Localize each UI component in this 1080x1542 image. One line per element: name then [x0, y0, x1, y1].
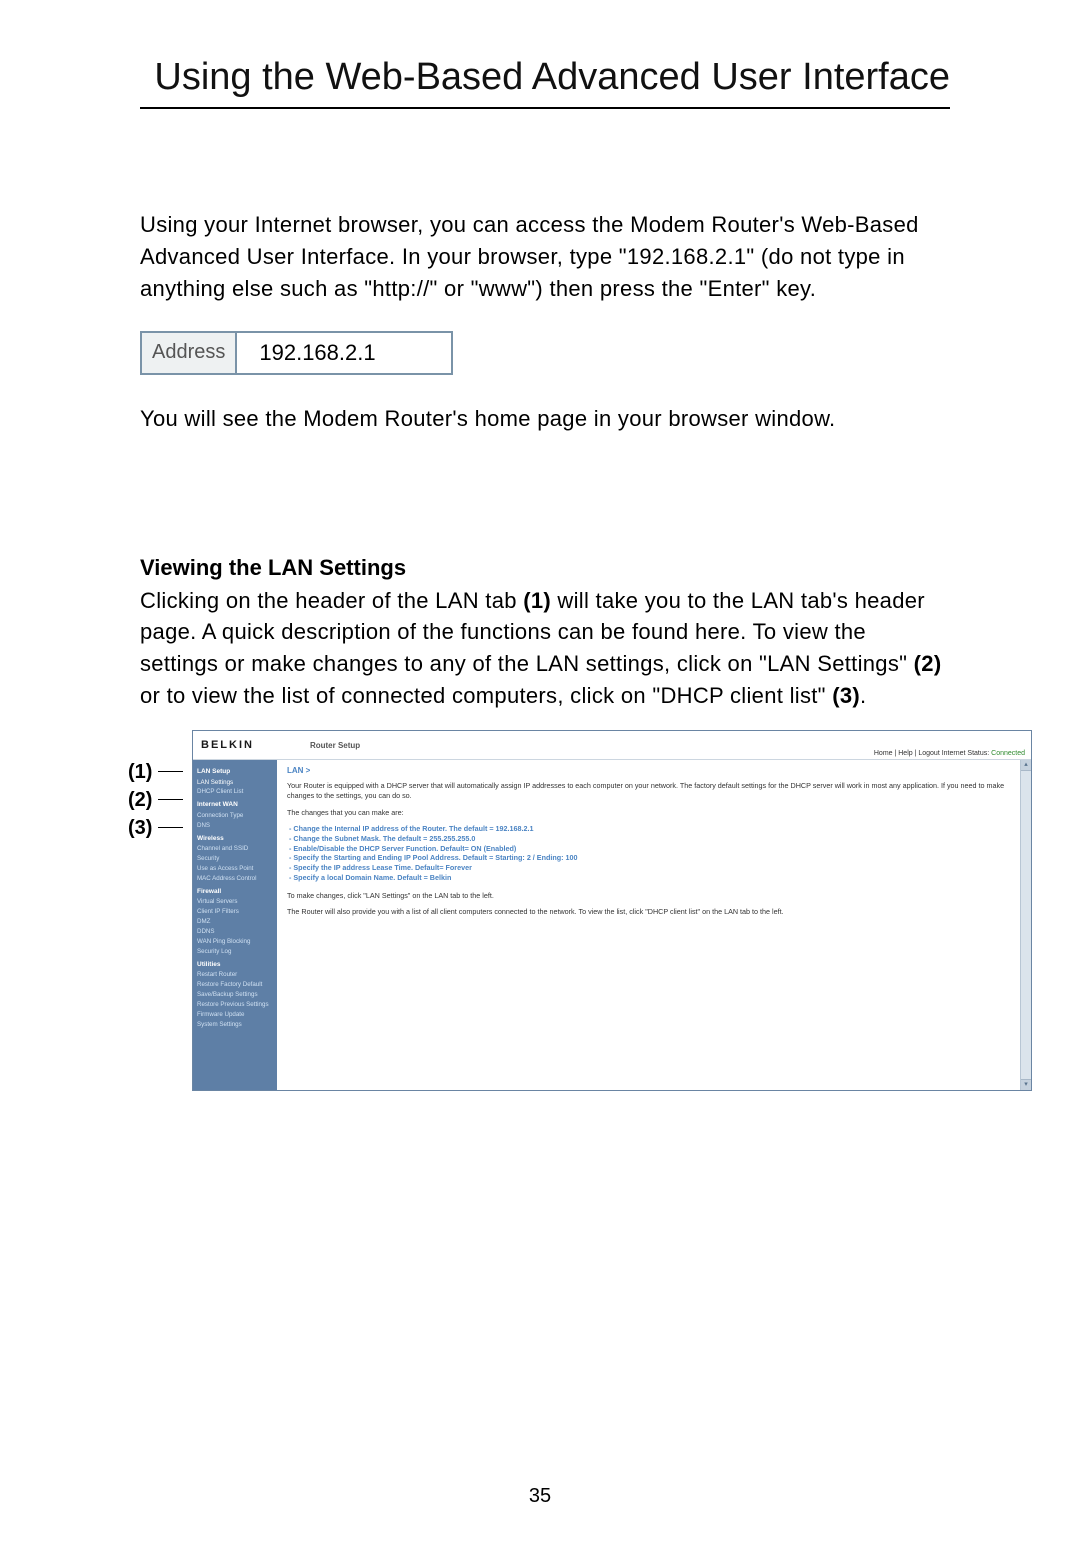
callout-1: (1) [128, 762, 152, 790]
callout-ref-2: (2) [914, 651, 942, 676]
sidebar-item-client-ip-filters[interactable]: Client IP Filters [197, 907, 273, 917]
sidebar-item-security-log[interactable]: Security Log [197, 947, 273, 957]
sidebar-item-lan-settings[interactable]: LAN Settings [197, 778, 273, 788]
router-bullet: - Specify a local Domain Name. Default =… [289, 873, 1021, 883]
sidebar-section-wan: Internet WAN [197, 800, 273, 810]
scroll-down-icon[interactable]: ▾ [1021, 1079, 1031, 1090]
internet-status-value: Connected [991, 750, 1025, 757]
router-header: BELKIN Router Setup Home | Help | Logout… [193, 731, 1031, 760]
router-paragraph-4: The Router will also provide you with a … [287, 907, 1021, 917]
section-heading: Viewing the LAN Settings [140, 555, 950, 581]
router-paragraph-1: Your Router is equipped with a DHCP serv… [287, 781, 1021, 800]
callout-line-1 [158, 771, 183, 772]
callout-3: (3) [128, 818, 152, 846]
router-bullet: - Enable/Disable the DHCP Server Functio… [289, 844, 1021, 854]
router-sidebar: LAN Setup LAN Settings DHCP Client List … [193, 760, 277, 1090]
sidebar-item-dmz[interactable]: DMZ [197, 917, 273, 927]
sidebar-item-connection-type[interactable]: Connection Type [197, 811, 273, 821]
sidebar-item-dns[interactable]: DNS [197, 821, 273, 831]
sidebar-item-ddns[interactable]: DDNS [197, 927, 273, 937]
router-paragraph-2: The changes that you can make are: [287, 808, 1021, 818]
text-run: Clicking on the header of the LAN tab [140, 588, 523, 613]
sidebar-item-security[interactable]: Security [197, 854, 273, 864]
router-bullet: - Change the Subnet Mask. The default = … [289, 834, 1021, 844]
router-body: LAN Setup LAN Settings DHCP Client List … [193, 760, 1031, 1090]
router-subtitle: Router Setup [310, 741, 360, 750]
sidebar-item-system-settings[interactable]: System Settings [197, 1020, 273, 1030]
section-paragraph: Clicking on the header of the LAN tab (1… [140, 585, 950, 713]
scroll-up-icon[interactable]: ▴ [1021, 760, 1031, 771]
router-bullet: - Specify the Starting and Ending IP Poo… [289, 853, 1021, 863]
callout-ref-3: (3) [832, 683, 860, 708]
callout-line-2 [158, 799, 183, 800]
sidebar-item-dhcp-client-list[interactable]: DHCP Client List [197, 787, 273, 797]
router-main: LAN > Your Router is equipped with a DHC… [277, 760, 1031, 1090]
address-value: 192.168.2.1 [237, 333, 451, 373]
breadcrumb[interactable]: LAN > [287, 766, 1021, 775]
sidebar-item-firmware[interactable]: Firmware Update [197, 1010, 273, 1020]
scrollbar[interactable]: ▴ ▾ [1020, 760, 1031, 1090]
callout-2: (2) [128, 790, 152, 818]
router-paragraph-3: To make changes, click "LAN Settings" on… [287, 891, 1021, 901]
after-address-paragraph: You will see the Modem Router's home pag… [140, 403, 950, 435]
sidebar-item-restart[interactable]: Restart Router [197, 970, 273, 980]
title-rule [140, 107, 950, 109]
router-bullet: - Change the Internal IP address of the … [289, 824, 1021, 834]
sidebar-item-access-point[interactable]: Use as Access Point [197, 864, 273, 874]
address-bar: Address 192.168.2.1 [140, 331, 453, 375]
page-number: 35 [0, 1485, 1080, 1508]
sidebar-item-virtual-servers[interactable]: Virtual Servers [197, 897, 273, 907]
screenshot-figure: (1) (2) (3) BELKIN Router Setup Home | H… [134, 730, 950, 1091]
sidebar-section-firewall: Firewall [197, 887, 273, 897]
callout-labels: (1) (2) (3) [128, 762, 152, 846]
text-run: or to view the list of connected compute… [140, 683, 832, 708]
sidebar-item-channel-ssid[interactable]: Channel and SSID [197, 844, 273, 854]
router-screenshot: BELKIN Router Setup Home | Help | Logout… [192, 730, 1032, 1091]
intro-paragraph: Using your Internet browser, you can acc… [140, 209, 950, 305]
sidebar-item-save-backup[interactable]: Save/Backup Settings [197, 990, 273, 1000]
router-top-links: Home | Help | Logout Internet Status: Co… [874, 750, 1025, 757]
sidebar-section-lan: LAN Setup [197, 767, 273, 777]
brand-logo: BELKIN [201, 739, 254, 751]
sidebar-item-mac-address[interactable]: MAC Address Control [197, 874, 273, 884]
callout-ref-1: (1) [523, 588, 551, 613]
top-links-text: Home | Help | Logout Internet Status: [874, 750, 991, 757]
sidebar-item-restore-default[interactable]: Restore Factory Default [197, 980, 273, 990]
text-run: . [860, 683, 866, 708]
callout-line-3 [158, 827, 183, 828]
sidebar-item-wan-ping[interactable]: WAN Ping Blocking [197, 937, 273, 947]
router-bullet: - Specify the IP address Lease Time. Def… [289, 863, 1021, 873]
address-label: Address [142, 333, 237, 373]
sidebar-section-wireless: Wireless [197, 834, 273, 844]
sidebar-section-utilities: Utilities [197, 960, 273, 970]
page-title: Using the Web-Based Advanced User Interf… [140, 56, 950, 99]
sidebar-item-restore-previous[interactable]: Restore Previous Settings [197, 1000, 273, 1010]
